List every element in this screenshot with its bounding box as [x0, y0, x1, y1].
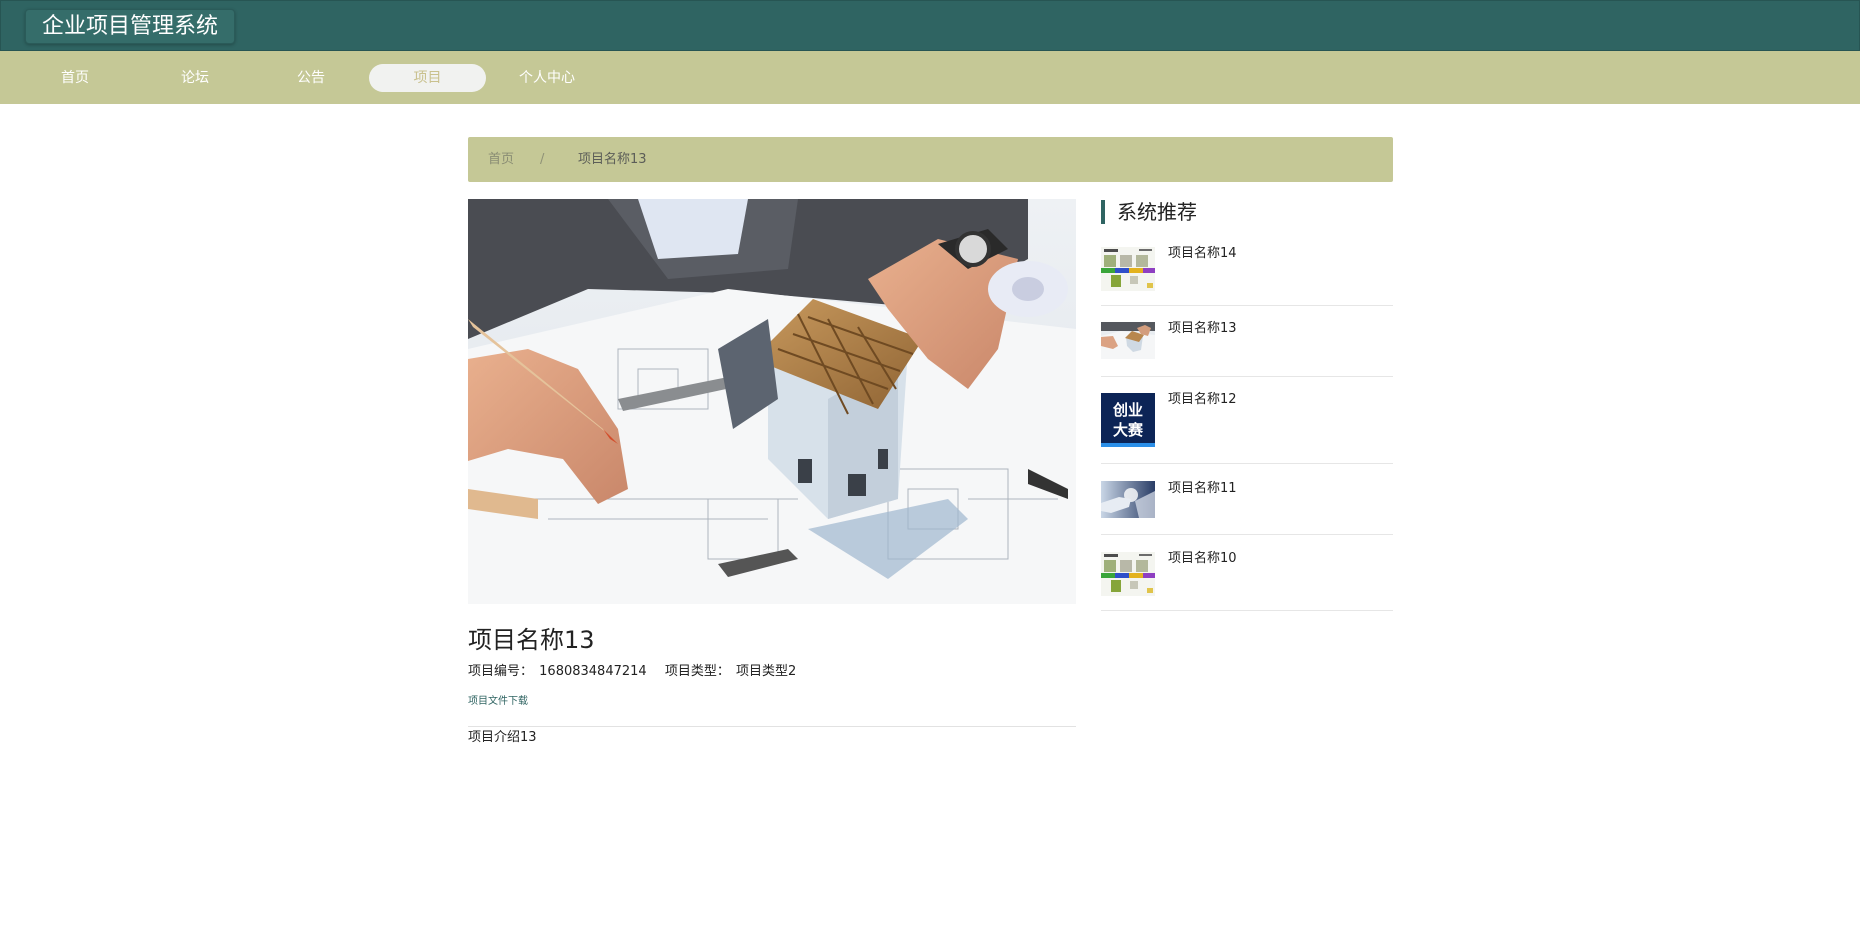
project-title: 项目名称13: [468, 626, 595, 654]
content-divider: [468, 726, 1076, 727]
poster-line-2: 大赛: [1112, 421, 1143, 439]
breadcrumb-current: 项目名称13: [578, 152, 647, 167]
nav-item-forum[interactable]: 论坛: [160, 64, 230, 92]
site-title[interactable]: 企业项目管理系统: [25, 9, 236, 44]
nav-item-notice[interactable]: 公告: [276, 64, 346, 92]
recommend-item[interactable]: 项目名称14: [1101, 245, 1393, 306]
recommend-item-name: 项目名称13: [1168, 321, 1237, 336]
top-header-bar: 企业项目管理系统: [0, 0, 1860, 51]
competition-poster-icon: 创业 大赛: [1101, 393, 1155, 447]
project-type-value: 项目类型2: [735, 664, 797, 679]
recommend-item[interactable]: 创业 大赛 项目名称12: [1101, 391, 1393, 464]
chart-thumb-icon: [1101, 552, 1155, 596]
main-nav: 首页 论坛 公告 项目 个人中心: [0, 51, 1860, 104]
recommend-item[interactable]: 项目名称13: [1101, 320, 1393, 377]
recommend-item-name: 项目名称10: [1168, 551, 1237, 566]
breadcrumb: 首页 / 项目名称13: [468, 137, 1393, 182]
project-number-label: 项目编号：: [468, 664, 534, 679]
recommend-item-name: 项目名称11: [1168, 481, 1237, 496]
breadcrumb-separator: /: [540, 152, 545, 167]
chart-thumb-icon: [1101, 247, 1155, 291]
recommend-item-name: 项目名称14: [1168, 246, 1237, 261]
project-image: [468, 199, 1076, 604]
project-intro: 项目介绍13: [468, 730, 537, 745]
poster-glow-bar: [1101, 443, 1155, 447]
recommend-item-name: 项目名称12: [1168, 392, 1237, 407]
project-file-download-link[interactable]: 项目文件下载: [468, 695, 528, 709]
nav-item-home[interactable]: 首页: [40, 64, 110, 92]
project-type-label: 项目类型：: [664, 664, 730, 679]
tech-hand-thumb-icon: [1101, 481, 1155, 518]
house-model-blueprint-icon: [468, 199, 1076, 604]
project-number-value: 1680834847214: [539, 664, 647, 679]
nav-item-user-center[interactable]: 个人中心: [506, 64, 588, 92]
recommend-heading: 系统推荐: [1101, 200, 1197, 224]
project-meta: 项目编号： 1680834847214 项目类型： 项目类型2: [468, 662, 798, 682]
recommend-item[interactable]: 项目名称11: [1101, 480, 1393, 535]
poster-line-1: 创业: [1112, 401, 1143, 419]
nav-item-project[interactable]: 项目: [369, 64, 486, 92]
recommend-item[interactable]: 项目名称10: [1101, 550, 1393, 611]
breadcrumb-home-link[interactable]: 首页: [488, 151, 514, 169]
house-model-thumb-icon: [1101, 322, 1155, 359]
